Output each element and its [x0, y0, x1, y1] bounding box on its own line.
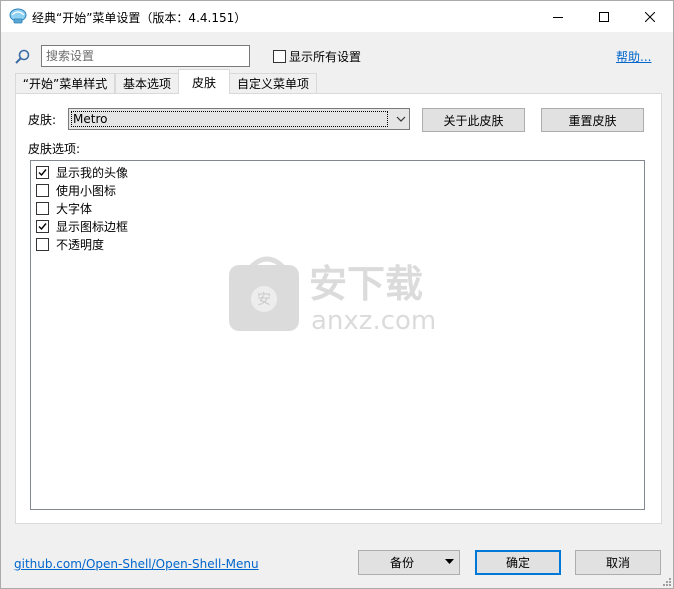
option-show-user-picture[interactable]: 显示我的头像 [36, 164, 128, 181]
backup-button[interactable]: 备份 [358, 550, 460, 575]
option-label: 显示图标边框 [56, 220, 129, 234]
close-icon [645, 11, 655, 22]
skin-dropdown-value: Metro [71, 111, 388, 127]
option-label: 显示我的头像 [56, 166, 129, 180]
github-link[interactable]: github.com/Open-Shell/Open-Shell-Menu [14, 557, 259, 571]
dropdown-arrow-icon [445, 559, 454, 564]
checkbox-box[interactable] [36, 238, 49, 251]
option-opacity[interactable]: 不透明度 [36, 236, 104, 253]
reset-skin-button-label: 重置皮肤 [568, 113, 617, 128]
cancel-button-label: 取消 [605, 556, 630, 570]
skin-options-list[interactable]: 显示我的头像 使用小图标 大字体 显示图标边框 不透明度 安 安下载 anxz.… [30, 160, 645, 510]
tab-label: “开始”菜单样式 [22, 77, 108, 91]
title-bar: 经典“开始”菜单设置（版本：4.4.151） [1, 1, 673, 32]
option-small-icons[interactable]: 使用小图标 [36, 182, 116, 199]
minimize-icon [553, 16, 563, 18]
tab-skin[interactable]: 皮肤 [178, 69, 230, 94]
maximize-icon [599, 11, 609, 22]
skin-dropdown[interactable]: Metro [68, 108, 410, 130]
search-icon [15, 49, 30, 64]
tab-customize-menu[interactable]: 自定义菜单项 [229, 73, 317, 93]
skin-options-label: 皮肤选项: [28, 142, 81, 156]
chevron-down-icon [396, 116, 406, 122]
reset-skin-button[interactable]: 重置皮肤 [541, 108, 644, 132]
tab-start-menu-style[interactable]: “开始”菜单样式 [15, 73, 115, 93]
minimize-button[interactable] [535, 1, 581, 32]
tab-label: 自定义菜单项 [236, 77, 309, 91]
help-link[interactable]: 帮助... [616, 48, 651, 65]
watermark-brand: 安下载 [309, 262, 423, 306]
checkbox-box[interactable] [36, 202, 49, 215]
anxz-watermark: 安 安下载 anxz.com [229, 253, 449, 336]
checkmark-icon [38, 223, 47, 231]
checkbox-box[interactable] [273, 50, 286, 63]
close-button[interactable] [627, 1, 673, 32]
tab-basic-settings[interactable]: 基本选项 [115, 73, 179, 93]
about-skin-button[interactable]: 关于此皮肤 [422, 108, 525, 132]
settings-window: 经典“开始”菜单设置（版本：4.4.151） 显示所有设置 帮助... “开始”… [0, 0, 674, 589]
option-icon-frames[interactable]: 显示图标边框 [36, 218, 128, 235]
skin-label: 皮肤: [28, 113, 57, 127]
checkbox-box[interactable] [36, 220, 49, 233]
anxz-logo: 安 安下载 anxz.com [229, 256, 436, 336]
option-large-font[interactable]: 大字体 [36, 200, 92, 217]
ok-button[interactable]: 确定 [475, 550, 561, 575]
backup-button-label: 备份 [389, 556, 414, 570]
option-label: 大字体 [56, 202, 93, 216]
window-title: 经典“开始”菜单设置（版本：4.4.151） [32, 11, 247, 25]
checkbox-box[interactable] [36, 184, 49, 197]
show-all-settings-checkbox[interactable]: 显示所有设置 [273, 48, 361, 65]
maximize-button[interactable] [581, 1, 627, 32]
ok-button-label: 确定 [505, 556, 530, 570]
search-input[interactable] [41, 45, 250, 67]
skin-tab-panel: 皮肤: Metro 关于此皮肤 重置皮肤 皮肤选项: 显示我的头像 使用小图标 [15, 93, 662, 524]
tab-label: 皮肤 [191, 75, 216, 90]
about-skin-button-label: 关于此皮肤 [443, 113, 504, 128]
option-label: 不透明度 [56, 238, 105, 252]
option-label: 使用小图标 [56, 184, 117, 198]
resize-grip-icon[interactable] [661, 576, 671, 586]
tab-label: 基本选项 [122, 77, 171, 91]
cancel-button[interactable]: 取消 [575, 550, 661, 575]
show-all-settings-label: 显示所有设置 [289, 50, 362, 64]
open-shell-shell-icon [9, 8, 27, 24]
checkmark-icon [38, 169, 47, 177]
checkbox-box[interactable] [36, 166, 49, 179]
watermark-domain: anxz.com [311, 306, 436, 333]
watermark-badge: 安 [257, 292, 271, 308]
